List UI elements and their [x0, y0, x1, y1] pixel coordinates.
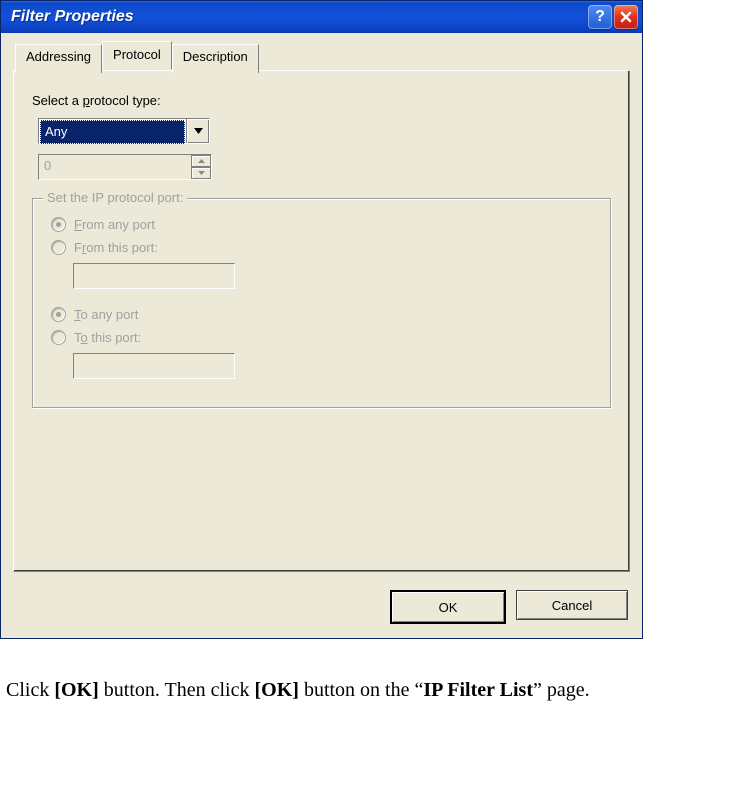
- tab-panel-protocol: Select a protocol type: Any 0: [13, 70, 630, 572]
- radio-from-any-port: From any port: [51, 217, 592, 232]
- ok-button[interactable]: OK: [390, 590, 506, 624]
- help-icon: ?: [595, 8, 605, 26]
- cancel-button[interactable]: Cancel: [516, 590, 628, 620]
- radio-icon: [51, 330, 66, 345]
- tab-description[interactable]: Description: [172, 44, 259, 73]
- close-button[interactable]: [614, 5, 638, 29]
- tab-label: Protocol: [113, 47, 161, 62]
- close-icon: [620, 11, 632, 23]
- tab-label: Addressing: [26, 49, 91, 64]
- spinner-up: [191, 155, 211, 167]
- radio-from-this-port: From this port:: [51, 240, 592, 255]
- to-port-input: [73, 353, 235, 379]
- radio-to-any-port: To any port: [51, 307, 592, 322]
- chevron-down-icon: [194, 128, 203, 134]
- dialog-button-row: OK Cancel: [1, 572, 642, 638]
- protocol-type-combo[interactable]: Any: [38, 118, 210, 144]
- ip-protocol-port-group: Set the IP protocol port: From any port …: [32, 198, 611, 408]
- tab-addressing[interactable]: Addressing: [15, 44, 102, 73]
- group-title: Set the IP protocol port:: [43, 190, 187, 205]
- protocol-number-spinner: 0: [38, 154, 212, 180]
- filter-properties-dialog: Filter Properties ? Addressing Protocol …: [0, 0, 643, 639]
- chevron-down-icon: [198, 171, 205, 175]
- tab-strip: Addressing Protocol Description: [1, 41, 642, 70]
- radio-icon: [51, 307, 66, 322]
- radio-icon: [51, 217, 66, 232]
- tab-label: Description: [183, 49, 248, 64]
- combo-arrow-button[interactable]: [186, 119, 209, 143]
- spinner-value: 0: [39, 155, 191, 179]
- radio-label: To any port: [74, 307, 138, 322]
- button-label: OK: [439, 600, 458, 615]
- radio-label: From this port:: [74, 240, 158, 255]
- radio-label: From any port: [74, 217, 155, 232]
- radio-label: To this port:: [74, 330, 141, 345]
- window-title: Filter Properties: [11, 8, 588, 26]
- titlebar[interactable]: Filter Properties ?: [1, 1, 642, 33]
- spinner-buttons: [191, 155, 211, 179]
- help-button[interactable]: ?: [588, 5, 612, 29]
- client-area: Addressing Protocol Description Select a…: [1, 33, 642, 638]
- protocol-type-label: Select a protocol type:: [32, 93, 611, 108]
- from-port-input: [73, 263, 235, 289]
- instruction-caption: Click [OK] button. Then click [OK] butto…: [6, 679, 731, 702]
- radio-icon: [51, 240, 66, 255]
- radio-to-this-port: To this port:: [51, 330, 592, 345]
- protocol-controls: Any 0: [32, 118, 611, 180]
- button-label: Cancel: [552, 598, 592, 613]
- titlebar-buttons: ?: [588, 5, 638, 29]
- protocol-type-value: Any: [40, 120, 185, 144]
- spinner-down: [191, 167, 211, 179]
- chevron-up-icon: [198, 159, 205, 163]
- tab-protocol[interactable]: Protocol: [102, 41, 172, 70]
